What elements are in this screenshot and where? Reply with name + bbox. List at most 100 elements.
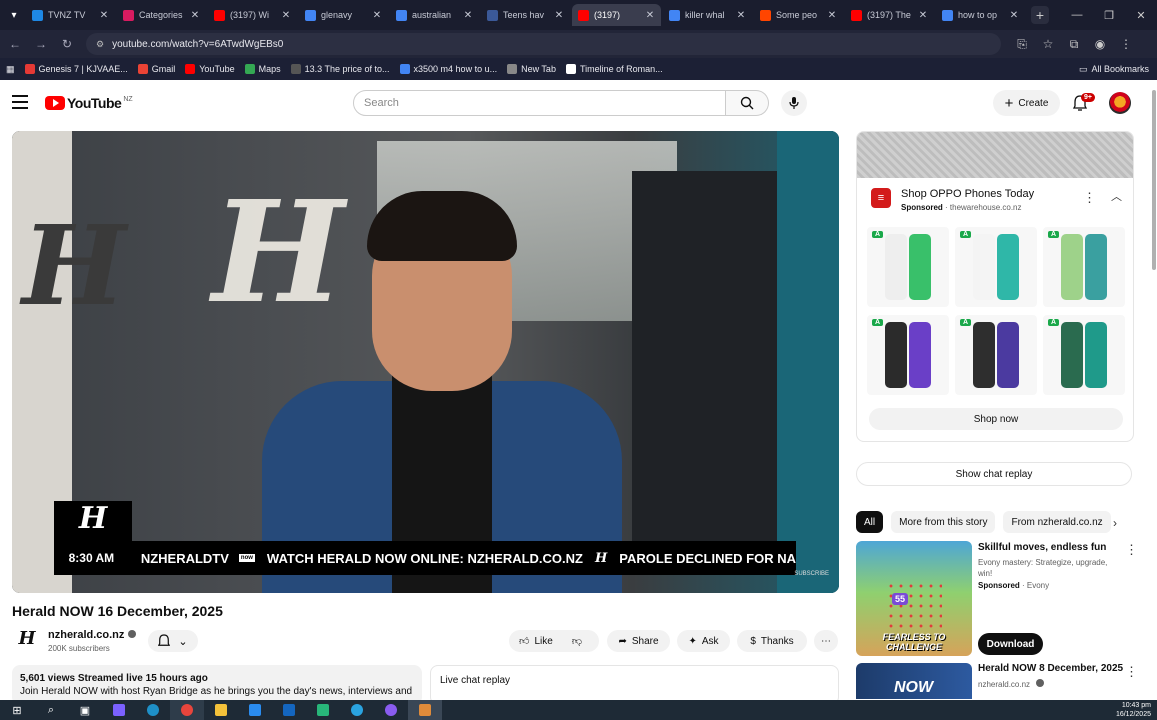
live-chat-replay-panel[interactable]: Live chat replay <box>430 665 839 705</box>
sponsored-ad-card[interactable]: ≡ Shop OPPO Phones Today Sponsored · the… <box>856 131 1134 442</box>
back-icon[interactable]: ← <box>4 33 26 55</box>
bookmark-item[interactable]: Timeline of Roman... <box>565 64 663 74</box>
more-actions-button[interactable]: ⋯ <box>814 630 838 652</box>
voice-search-button[interactable] <box>781 90 807 116</box>
thanks-button[interactable]: $ Thanks <box>737 630 807 652</box>
bookmark-item[interactable]: YouTube <box>185 64 235 74</box>
telegram-icon[interactable] <box>340 700 374 720</box>
search-icon[interactable]: ⌕ <box>34 700 68 720</box>
filter-chip[interactable]: All <box>856 511 884 533</box>
bookmark-item[interactable]: Gmail <box>137 64 175 74</box>
bookmark-item[interactable]: x3500 m4 how to u... <box>399 64 497 74</box>
share-button[interactable]: ➦ Share <box>607 630 670 652</box>
channel-name[interactable]: nzherald.co.nz <box>48 629 137 641</box>
tool-icon[interactable] <box>408 700 442 720</box>
chrome-icon[interactable] <box>170 700 204 720</box>
shop-now-button[interactable]: Shop now <box>869 408 1123 430</box>
thumbs-down-icon[interactable]: 👎︎ <box>572 635 582 647</box>
more-vertical-icon[interactable]: ⋮ <box>1125 542 1138 558</box>
chevron-up-icon[interactable]: ︿ <box>1111 188 1122 204</box>
product-tile[interactable]: A <box>955 227 1037 307</box>
store-icon[interactable] <box>238 700 272 720</box>
show-chat-replay-button[interactable]: Show chat replay <box>856 462 1132 486</box>
site-info-icon[interactable]: ⚙ <box>96 39 104 50</box>
recommended-video-title[interactable]: Herald NOW 8 December, 2025 <box>978 663 1123 674</box>
product-tile[interactable]: A <box>955 315 1037 395</box>
browser-tab[interactable]: (3197) ✕ <box>572 4 661 26</box>
edge-icon[interactable] <box>136 700 170 720</box>
chrome-menu-icon[interactable]: ⋮ <box>1113 37 1139 52</box>
all-bookmarks[interactable]: ▭ All Bookmarks <box>1079 58 1149 80</box>
bookmark-star-icon[interactable]: ☆ <box>1035 37 1061 52</box>
forward-icon[interactable]: → <box>30 33 52 55</box>
app-icon[interactable] <box>306 700 340 720</box>
filter-chip[interactable]: More from this story <box>891 511 996 533</box>
maximize-icon[interactable]: ❐ <box>1093 0 1125 30</box>
close-tab-icon[interactable]: ✕ <box>463 10 473 21</box>
tab-search-icon[interactable]: ▾ <box>4 5 24 25</box>
browser-tab[interactable]: australian ✕ <box>390 4 479 26</box>
browser-tab[interactable]: glenavy ✕ <box>299 4 388 26</box>
bookmark-item[interactable]: New Tab <box>507 64 556 74</box>
chevron-right-icon[interactable]: › <box>1113 516 1117 530</box>
ad-title[interactable]: Shop OPPO Phones Today <box>901 188 1034 200</box>
account-avatar[interactable] <box>1109 92 1131 114</box>
install-icon[interactable]: ⎘ <box>1009 37 1035 52</box>
profile-icon[interactable]: ◉ <box>1087 37 1113 52</box>
menu-icon[interactable] <box>12 95 28 109</box>
browser-tab[interactable]: (3197) Wi ✕ <box>208 4 297 26</box>
close-tab-icon[interactable]: ✕ <box>827 10 837 21</box>
close-tab-icon[interactable]: ✕ <box>99 10 109 21</box>
close-tab-icon[interactable]: ✕ <box>554 10 564 21</box>
extensions-icon[interactable]: ⧉ <box>1061 37 1087 52</box>
bookmark-item[interactable]: 13.3 The price of to... <box>290 64 390 74</box>
search-button[interactable] <box>726 90 769 116</box>
more-vertical-icon[interactable]: ⋮ <box>1083 190 1096 206</box>
product-tile[interactable]: A <box>867 315 949 395</box>
browser-tab[interactable]: killer whal ✕ <box>663 4 752 26</box>
apps-icon[interactable]: ▦ <box>6 64 15 75</box>
file-explorer-icon[interactable] <box>204 700 238 720</box>
task-view-icon[interactable]: ▣ <box>68 700 102 720</box>
download-button[interactable]: Download <box>978 633 1043 655</box>
page-scrollbar[interactable] <box>1152 90 1156 270</box>
browser-tab[interactable]: (3197) The ✕ <box>845 4 934 26</box>
like-button[interactable]: 👍︎ Like 👎︎ <box>509 630 599 652</box>
windows-start-icon[interactable]: ⊞ <box>0 700 34 720</box>
browser-tab[interactable]: TVNZ TV ✕ <box>26 4 115 26</box>
maps-icon[interactable] <box>374 700 408 720</box>
recommended-video-thumbnail[interactable]: NOW <box>856 663 972 699</box>
subscription-bell-button[interactable]: ⌄ <box>148 630 198 652</box>
product-tile[interactable]: A <box>867 227 949 307</box>
bookmark-item[interactable]: Maps <box>244 64 281 74</box>
video-player[interactable]: H H H 8:30 AM NZHERALDTV now WATCH HERAL… <box>12 131 839 593</box>
outlook-icon[interactable] <box>272 700 306 720</box>
browser-tab[interactable]: Some peo ✕ <box>754 4 843 26</box>
channel-avatar[interactable]: H <box>15 628 39 652</box>
video-description[interactable]: 5,601 views Streamed live 15 hours ago J… <box>12 665 422 705</box>
close-tab-icon[interactable]: ✕ <box>1009 10 1019 21</box>
close-tab-icon[interactable]: ✕ <box>918 10 928 21</box>
system-clock[interactable]: 10:43 pm 16/12/2025 <box>1116 701 1151 719</box>
browser-tab[interactable]: how to op ✕ <box>936 4 1025 26</box>
url-input[interactable]: ⚙ youtube.com/watch?v=6ATwdWgEBs0 <box>86 33 1001 55</box>
youtube-logo[interactable]: YouTube NZ <box>45 95 133 111</box>
more-vertical-icon[interactable]: ⋮ <box>1125 664 1138 680</box>
close-tab-icon[interactable]: ✕ <box>372 10 382 21</box>
browser-tab[interactable]: Categories ✕ <box>117 4 206 26</box>
close-window-icon[interactable]: ✕ <box>1125 0 1157 30</box>
game-ad-title[interactable]: Skillful moves, endless fun <box>978 542 1118 553</box>
create-button[interactable]: + Create <box>993 90 1060 116</box>
product-tile[interactable]: A <box>1043 315 1125 395</box>
close-tab-icon[interactable]: ✕ <box>190 10 200 21</box>
search-input[interactable]: Search <box>353 90 726 116</box>
product-tile[interactable]: A <box>1043 227 1125 307</box>
new-tab-button[interactable]: + <box>1031 6 1049 24</box>
recommended-video-channel[interactable]: nzherald.co.nz <box>978 679 1045 689</box>
browser-tab[interactable]: Teens hav ✕ <box>481 4 570 26</box>
filter-chip[interactable]: From nzherald.co.nz <box>1003 511 1111 533</box>
minimize-icon[interactable]: — <box>1061 0 1093 30</box>
close-tab-icon[interactable]: ✕ <box>281 10 291 21</box>
close-tab-icon[interactable]: ✕ <box>645 10 655 21</box>
copilot-icon[interactable] <box>102 700 136 720</box>
